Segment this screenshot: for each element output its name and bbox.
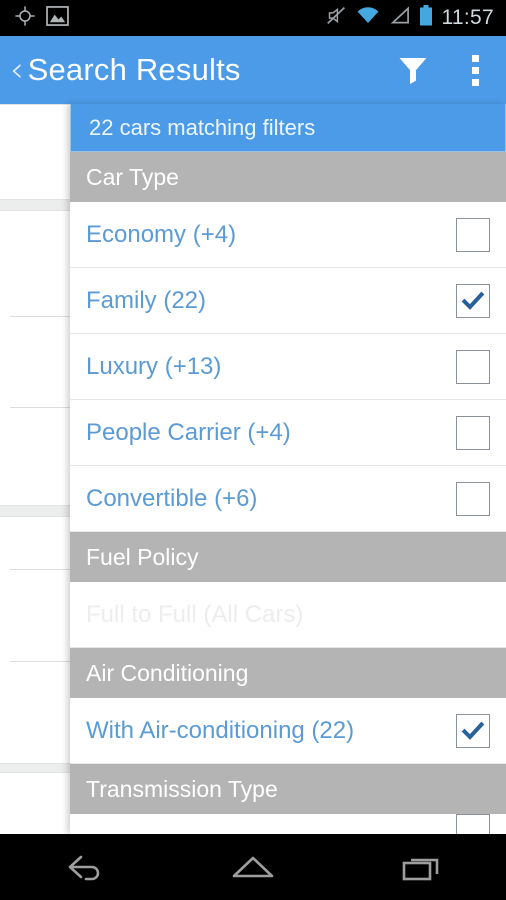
filter-section-title: Fuel Policy [86,543,199,570]
status-bar-clock: 11:57 [441,6,494,29]
checkbox-unchecked[interactable] [456,349,490,384]
filter-option-label: Family (22) [86,286,207,314]
filter-option-row[interactable]: With Air-conditioning (22) [70,698,506,764]
filter-section-header: Air Conditioning [70,648,506,698]
filter-option-row[interactable] [70,814,506,834]
nav-home-icon[interactable] [198,834,308,900]
overflow-menu-icon[interactable] [444,36,506,104]
filter-option-row[interactable]: Family (22) [70,268,506,334]
mute-icon [326,5,347,31]
filter-option-row[interactable]: Luxury (+13) [70,334,506,400]
back-button[interactable]: ‹ [0,53,24,87]
checkbox-unchecked[interactable] [456,481,490,516]
checkbox-unchecked[interactable] [456,814,490,834]
android-nav-bar [0,834,506,900]
nav-back-icon[interactable] [29,834,139,900]
filter-option-label: Economy (+4) [86,220,237,248]
filter-section-title: Air Conditioning [86,659,249,686]
filter-option-label: Full to Full (All Cars) [86,600,304,628]
filter-option-label: With Air-conditioning (22) [86,716,355,744]
status-bar: 11:57 [0,0,506,36]
checkbox-checked[interactable] [456,713,490,748]
filter-panel: 22 cars matching filters Car Type Economy… [70,104,506,834]
filter-sections: Car Type Economy (+4) Family (22) Luxury (+… [70,152,506,834]
matching-count-label: 22 cars matching filters [89,114,316,140]
matching-count-banner: 22 cars matching filters [70,104,506,152]
filter-funnel-icon[interactable] [382,36,444,104]
filter-option-label: Convertible (+6) [86,484,258,512]
status-bar-left-icons [0,5,69,32]
filter-section-header: Transmission Type [70,764,506,814]
nav-recents-icon[interactable] [367,834,477,900]
checkbox-unchecked[interactable] [456,217,490,252]
filter-section-header: Fuel Policy [70,532,506,582]
overflow-dots [471,54,479,86]
screenshot-image-icon [46,5,69,31]
filter-option-row[interactable]: People Carrier (+4) [70,400,506,466]
checkbox-unchecked[interactable] [456,415,490,450]
filter-option-label: Luxury (+13) [86,352,222,380]
filter-section-title: Transmission Type [86,775,278,802]
filter-section-header: Car Type [70,152,506,202]
status-bar-right-icons: 11:57 [326,5,506,31]
wifi-icon [356,6,380,30]
battery-icon [419,5,433,31]
page-title: Search Results [27,52,241,87]
phone-screen: 11:57 ‹ Search Results 5 Doors airport [0,0,506,900]
action-bar: ‹ Search Results [0,36,506,104]
gps-location-icon [14,5,36,32]
action-bar-actions [382,36,506,104]
filter-option-row: Full to Full (All Cars) [70,582,506,648]
filter-section-title: Car Type [86,163,179,190]
signal-icon [389,6,410,30]
filter-option-row[interactable]: Convertible (+6) [70,466,506,532]
checkbox-checked[interactable] [456,283,490,318]
filter-option-label: People Carrier (+4) [86,418,291,446]
filter-option-row[interactable]: Economy (+4) [70,202,506,268]
